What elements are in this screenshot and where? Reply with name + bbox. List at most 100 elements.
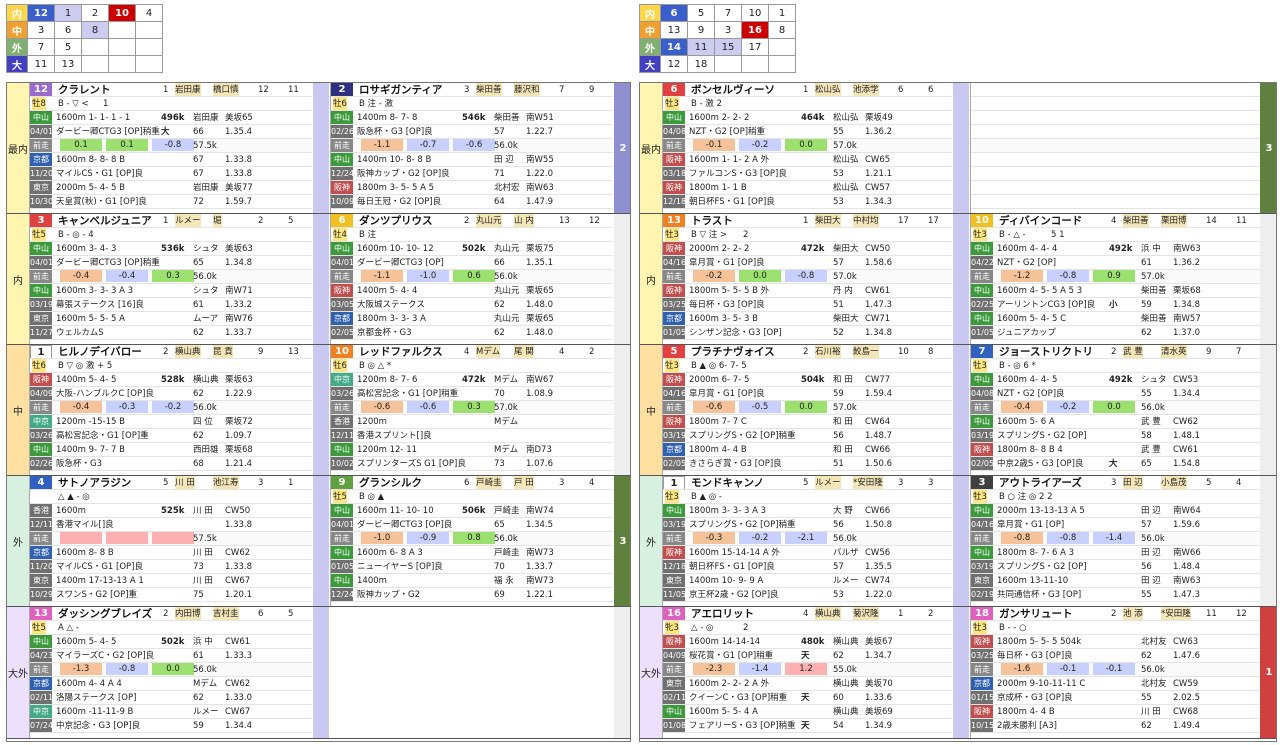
odds-2: 5 — [288, 216, 294, 226]
last-race-diff: -1.4 — [739, 663, 781, 675]
divider-strip — [313, 83, 329, 213]
trainer: 栗田博 — [1161, 214, 1187, 227]
horse-name[interactable]: トラスト — [691, 214, 733, 227]
odds-1: 6 — [898, 85, 904, 95]
race-venue: 前走 — [30, 270, 52, 283]
race-info: 1600m 3- 4- 3 — [56, 244, 117, 254]
race-info: 1400m 5- 4- 4 — [357, 286, 418, 296]
horse-marks: 牡3 B ▲ ◎ - — [663, 490, 952, 504]
race-venue: 阪神 — [331, 181, 353, 194]
horse-name[interactable]: ダンツプリウス — [359, 214, 433, 227]
race-venue: 中京 — [30, 705, 52, 718]
horse-name[interactable]: ジョーストリクトリ — [999, 345, 1093, 358]
post-number: 13 — [30, 607, 52, 620]
race-jockey: 浜 中 — [1141, 244, 1161, 254]
race-info: 1600m 4- 5- 5 A 5 3 — [997, 286, 1083, 296]
last-race-diff: -1.0 — [407, 270, 449, 282]
horse-name[interactable]: クラレント — [58, 83, 111, 96]
horse-age: 牡5 — [333, 490, 347, 503]
race-venue: 前走 — [971, 663, 993, 676]
last-race-diff: -0.4 — [60, 401, 102, 413]
race-jockey: 田 辺 — [494, 155, 514, 165]
horse-age: 牡5 — [32, 228, 46, 241]
group-label: 最内 — [640, 83, 662, 213]
horse-name[interactable]: ボンセルヴィーソ — [691, 83, 775, 96]
pos-cell: 3 — [714, 21, 742, 39]
horse-name[interactable]: アエロリット — [691, 607, 754, 620]
race-venue: 中京 — [331, 373, 353, 386]
horse-name[interactable]: グランシルク — [359, 476, 422, 489]
race-time: 1.36.2 — [865, 127, 893, 137]
gate-number: 4 — [803, 609, 809, 619]
last-race-diff: -0.8 — [152, 139, 194, 151]
horse-name[interactable]: プラチナヴォイス — [691, 345, 775, 358]
race-info: 1200m -15-15 B — [56, 417, 125, 427]
horse-name[interactable]: アウトライアーズ — [999, 476, 1082, 489]
race-line: 中山 1600m 11- 10- 10 506k 戸崎圭 南W74 — [331, 504, 613, 518]
race-venue: 02/05 — [663, 457, 686, 470]
horse-name[interactable]: ディバインコード — [999, 214, 1082, 227]
race-venue: 01/08 — [663, 719, 686, 732]
race-info: 2000m 6- 7- 5 — [689, 375, 750, 385]
race-jockey: 丹 内 — [833, 286, 853, 296]
jockey: 横山典 — [175, 345, 201, 358]
race-jockey: 松山弘 — [833, 113, 859, 123]
race-venue: 04/22 — [971, 256, 994, 269]
horse-name[interactable]: ダッシングブレイズ — [58, 607, 152, 620]
race-time: 1.07.6 — [526, 459, 554, 469]
race-line: 12/18 朝日杯FS・G1 [OP]良 57 1.35.5 — [663, 560, 952, 574]
horse-header: 7 ジョーストリクトリ 2 武 豊 清水英 9 7 — [971, 345, 1260, 359]
last-race-diff: -1.1 — [361, 270, 403, 282]
race-info: 天皇賞(秋)・G1 [OP]良 — [56, 197, 147, 207]
race-venue: 香港 — [331, 415, 353, 428]
race-venue: 前走 — [331, 270, 353, 283]
odds-2: 17 — [928, 216, 939, 226]
pos-cell — [741, 55, 769, 73]
pos-row: 中368 — [6, 21, 163, 39]
race-line — [971, 139, 1260, 153]
horse-name[interactable]: キャンベルジュニア — [58, 214, 152, 227]
race-jockey: 59 — [1141, 300, 1152, 310]
gate-number: 1 — [163, 85, 169, 95]
race-line: 中京 1200m 8- 7- 6 472k Mデム 南W67 — [331, 373, 613, 387]
pos-row-label: 大 — [6, 55, 28, 73]
last-race-diff: -0.2 — [152, 401, 194, 413]
race-line: 01/05 ニューイヤーS [OP]良 70 1.33.7 — [331, 560, 613, 574]
weight: 56.0k — [193, 665, 217, 675]
race-time: 1.34.4 — [1173, 389, 1201, 399]
last-race-diff: -2.1 — [785, 532, 827, 544]
last-race-diff: -1.1 — [361, 139, 403, 151]
odds-1: 10 — [898, 347, 909, 357]
race-jockey: 70 — [494, 389, 505, 399]
horse-header: 6 ダンツプリウス 2 丸山元山 内 13 12 — [331, 214, 613, 228]
horse-name[interactable]: レッドファルクス — [359, 345, 443, 358]
race-jockey: 田 辺 — [1141, 548, 1161, 558]
race-jockey: 55 — [833, 127, 844, 137]
race-line: 中山 1600m 5- 5- 4 A 横山典 美坂69 — [663, 705, 952, 719]
race-info: 香港マイル[]良 — [56, 520, 114, 530]
race-line: 01/08 フェアリーS・G3 [OP]稍重天 54 1.34.9 — [663, 719, 952, 733]
race-jockey: 61 — [193, 651, 204, 661]
last-race-diff: -0.8 — [785, 270, 827, 282]
pos-row: 外75 — [6, 38, 163, 56]
race-venue: 12/11 — [331, 429, 354, 442]
jockey: ルメー — [815, 476, 841, 489]
horse-name[interactable]: モンドキャンノ — [691, 476, 764, 489]
race-info: スワンS・G2 [OP]重 — [56, 590, 138, 600]
race-jockey: 横山典 — [833, 707, 859, 717]
gate-number: 5 — [163, 478, 169, 488]
pos-cell: 9 — [687, 21, 715, 39]
horse-name[interactable]: ヒルノデイバロー — [58, 345, 142, 358]
race-line: 03/19 幕張ステークス [16]良 61 1.33.2 — [30, 298, 312, 312]
pos-cell: 2 — [81, 4, 109, 22]
race-venue: 前走 — [30, 663, 52, 676]
trainer: 戸 田 — [514, 476, 534, 489]
race-info: 2000m 9-10-11-11 C — [997, 679, 1086, 689]
horse-name[interactable]: サトノアラジン — [58, 476, 131, 489]
horse-name[interactable]: ロサギガンティア — [359, 83, 442, 96]
race-line: 04/09 桜花賞・G1 [OP]稍重 天 62 1.34.7 — [663, 649, 952, 663]
race-info: スプリングS・G2 [OP]稍重 — [689, 431, 796, 441]
race-venue: 前走 — [971, 401, 993, 414]
horse-name[interactable]: ガンサリュート — [999, 607, 1073, 620]
horse-marks: 牡5 A △ - — [30, 621, 312, 635]
